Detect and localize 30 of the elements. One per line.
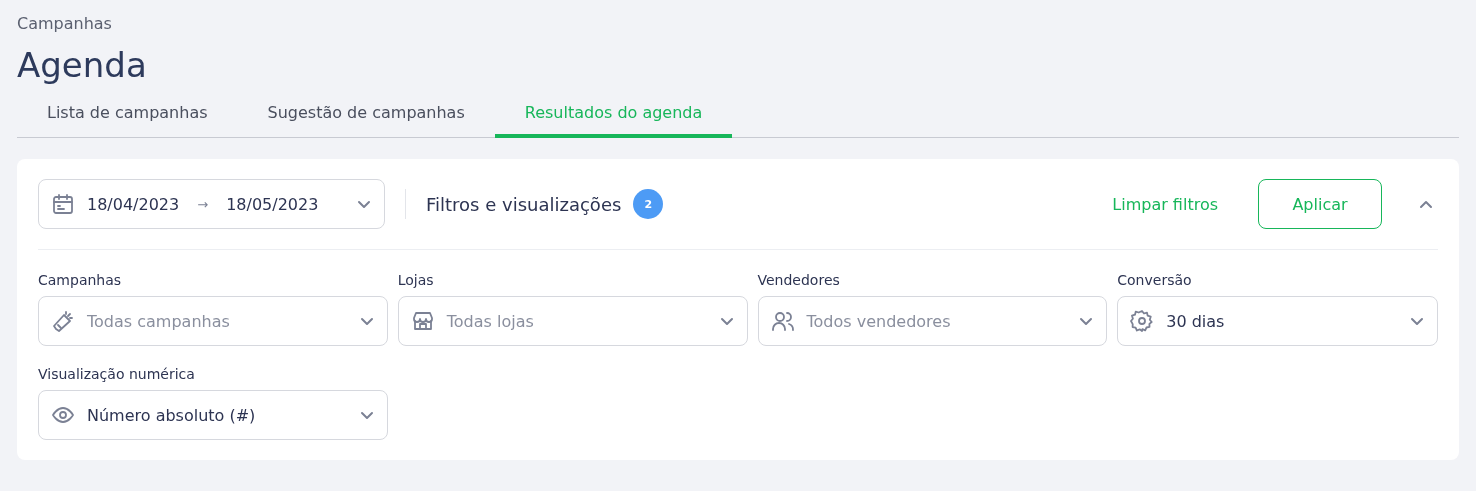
field-label: Conversão xyxy=(1117,272,1193,288)
select-value: Número absoluto (#) xyxy=(87,405,256,425)
breadcrumb[interactable]: Campanhas xyxy=(17,14,1459,33)
gear-icon xyxy=(1130,309,1155,333)
select-value: 30 dias xyxy=(1166,311,1225,331)
start-date: 18/04/2023 xyxy=(87,194,180,214)
select-placeholder: Todas campanhas xyxy=(87,311,230,331)
tab[interactable]: Lista de campanhas xyxy=(17,93,238,138)
field-label: Visualização numérica xyxy=(38,366,196,382)
arrow: → xyxy=(197,196,209,212)
page-title: Agenda xyxy=(17,45,148,85)
field-label: Vendedores xyxy=(757,272,841,288)
field-label: Campanhas xyxy=(38,272,123,288)
calendar-icon xyxy=(51,192,75,216)
select-field[interactable]: Todas campanhas xyxy=(38,296,388,346)
select-field[interactable]: Número absoluto (#) xyxy=(38,390,388,440)
select-placeholder: Todos vendedores xyxy=(806,311,951,331)
tab[interactable]: Sugestão de campanhas xyxy=(237,93,495,138)
date-range-field[interactable]: 18/04/2023 → 18/05/2023 xyxy=(38,179,385,229)
select-field[interactable]: 30 dias xyxy=(1117,296,1438,346)
section-title: Filtros e visualizações xyxy=(426,193,622,215)
users-icon xyxy=(770,309,795,333)
end-date: 18/05/2023 xyxy=(226,194,319,214)
select-field[interactable]: Todas lojas xyxy=(397,296,748,346)
megaphone-icon xyxy=(51,309,75,333)
store-icon xyxy=(410,309,435,333)
select-placeholder: Todas lojas xyxy=(446,311,534,331)
count-badge: 2 xyxy=(633,189,664,219)
select-field[interactable]: Todos vendedores xyxy=(757,296,1108,346)
field-label: Lojas xyxy=(397,272,435,288)
